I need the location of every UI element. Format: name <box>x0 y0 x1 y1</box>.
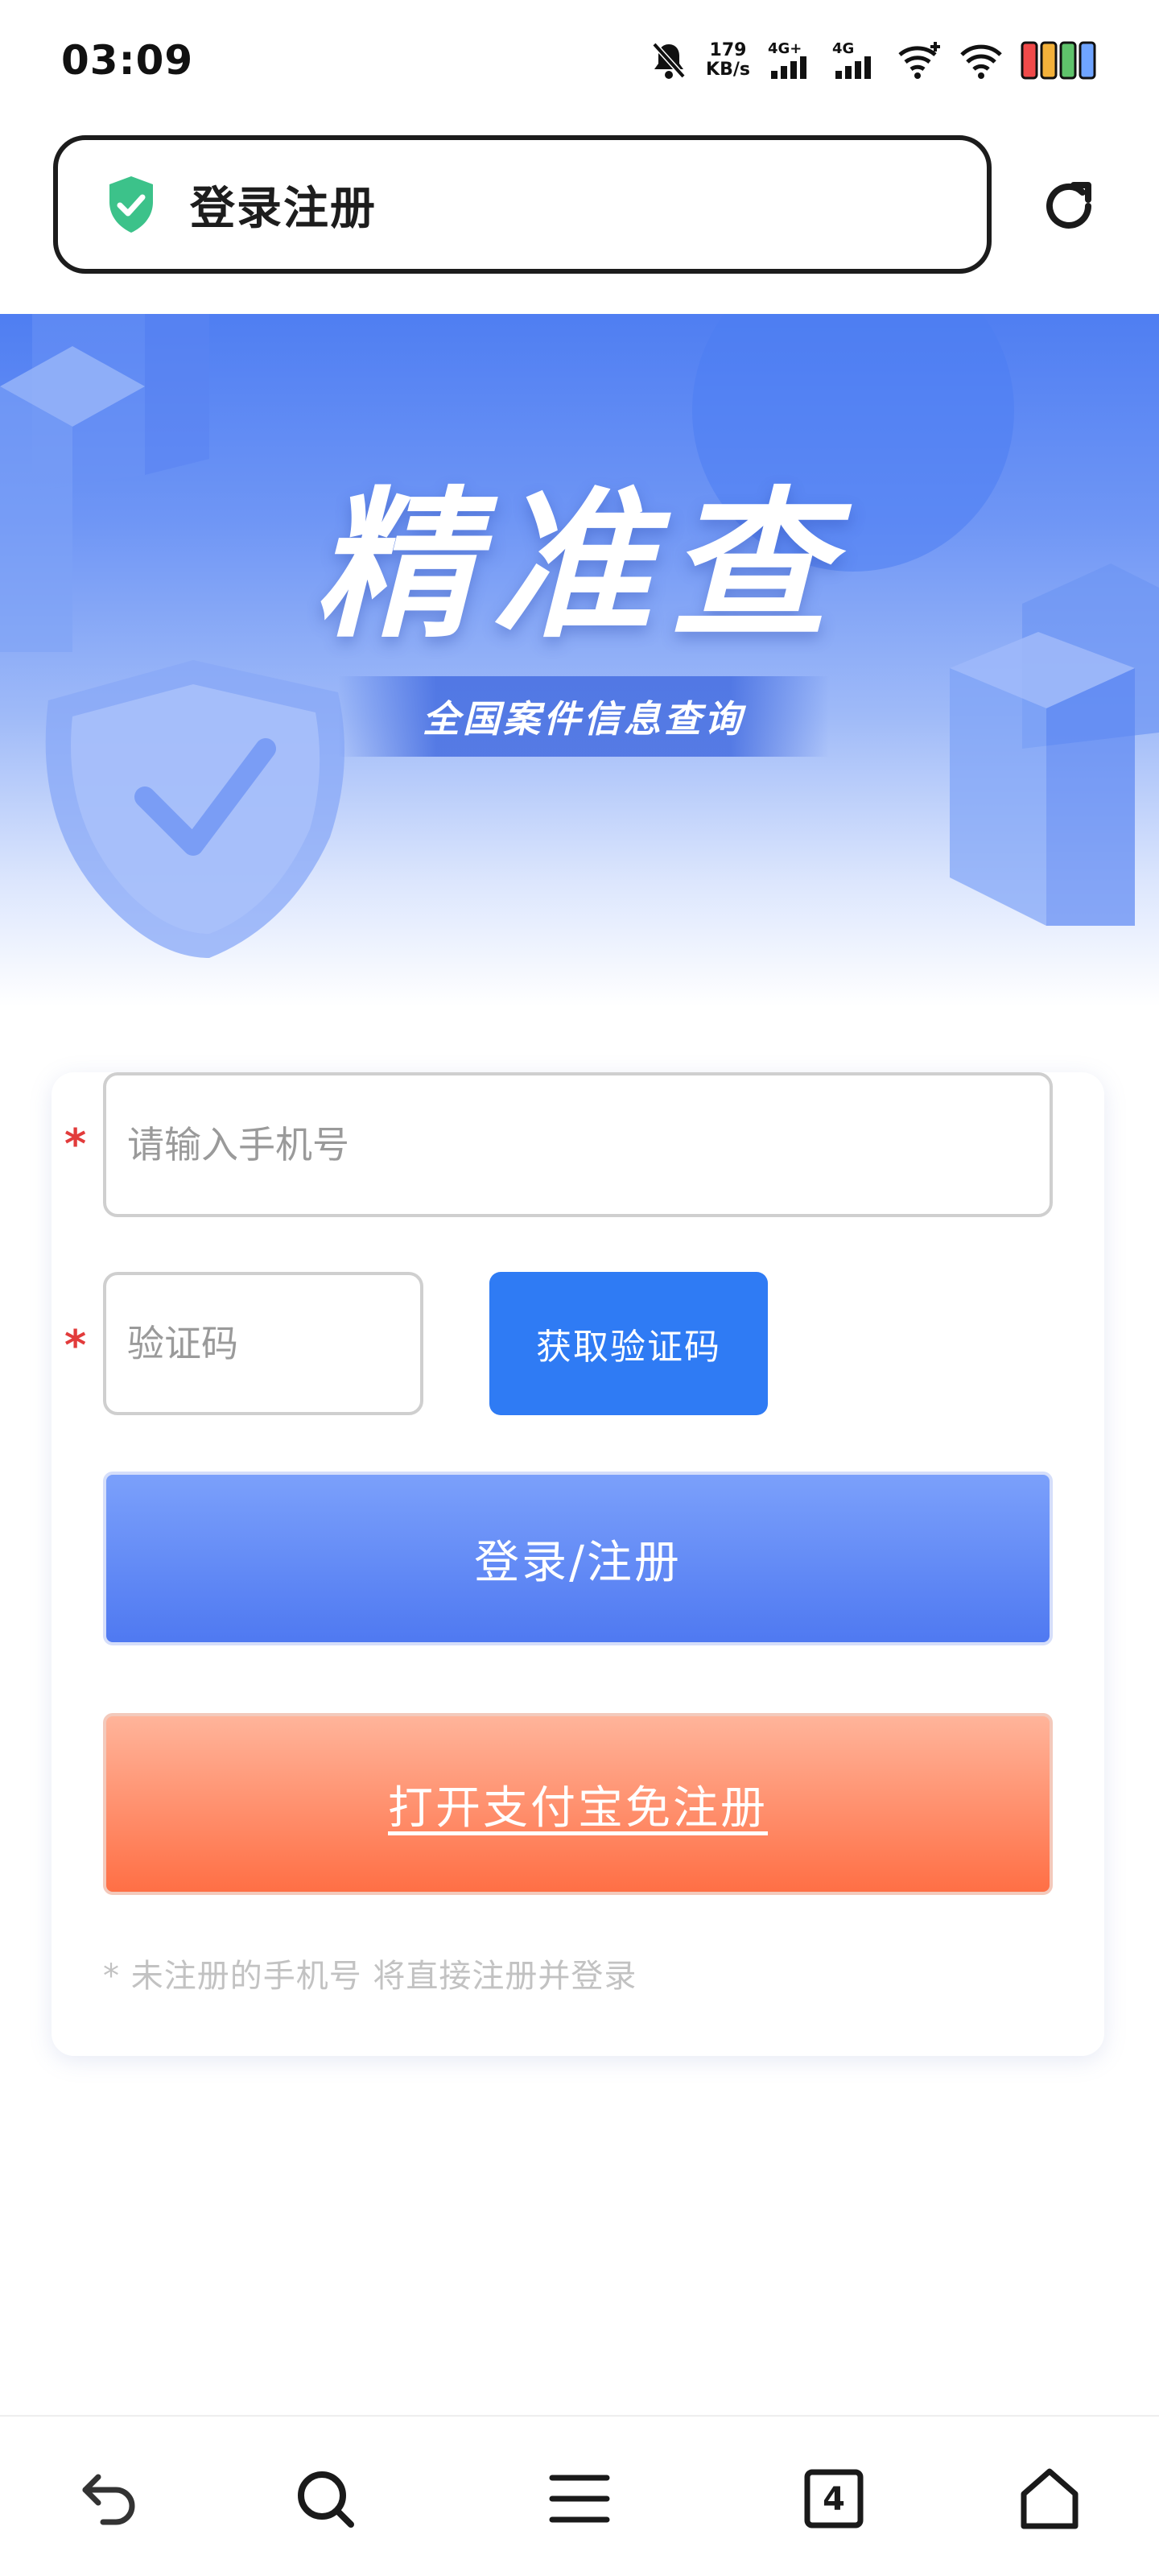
shield-check-icon <box>109 176 153 233</box>
login-form: * * 获取验证码 登录/注册 打开支付宝免注册 * 未注册的手机号 将直接注册… <box>52 1072 1104 2056</box>
registration-note: * 未注册的手机号 将直接注册并登录 <box>103 1958 637 1995</box>
get-code-button[interactable]: 获取验证码 <box>489 1272 768 1415</box>
battery-icon <box>1021 41 1096 80</box>
tab-count: 4 <box>823 2481 845 2518</box>
status-bar: 03:09 179 KB/s 4G+ 4G <box>0 0 1159 121</box>
login-register-button[interactable]: 登录/注册 <box>103 1472 1053 1645</box>
address-bar[interactable]: 登录注册 <box>53 135 992 274</box>
sim2-label: 4G <box>832 40 854 57</box>
menu-button[interactable] <box>531 2450 628 2547</box>
tabs-icon: 4 <box>804 2469 864 2529</box>
net-speed-unit: KB/s <box>706 60 750 80</box>
net-speed-value: 179 <box>709 40 747 60</box>
bell-muted-icon <box>652 42 686 79</box>
code-required-mark: * <box>64 1322 87 1370</box>
tabs-button[interactable]: 4 <box>786 2450 882 2547</box>
banner-subtitle: 全国案件信息查询 <box>423 697 744 741</box>
signal-sim1-icon: 4G+ <box>768 40 806 79</box>
search-icon <box>298 2471 354 2528</box>
sim1-label: 4G+ <box>768 40 802 57</box>
banner-title: 精准查 <box>313 473 845 660</box>
phone-input[interactable] <box>103 1072 1053 1217</box>
page-title: 登录注册 <box>190 182 377 235</box>
login-page: 03:09 179 KB/s 4G+ 4G 登录注册 精准查 全国案件信息查询 … <box>0 0 1159 2576</box>
home-icon <box>1021 2468 1079 2529</box>
net-speed: 179 KB/s <box>706 41 750 80</box>
back-icon <box>82 2474 135 2525</box>
wifi-plus-icon <box>898 42 940 79</box>
status-icons: 179 KB/s 4G+ 4G <box>650 39 1098 81</box>
banner-subtitle-strip: 全国案件信息查询 <box>338 676 829 757</box>
menu-icon <box>549 2475 610 2523</box>
phone-required-mark: * <box>64 1121 87 1169</box>
verification-code-input[interactable] <box>103 1272 423 1415</box>
address-row: 登录注册 <box>0 134 1159 279</box>
wifi-icon <box>960 44 1002 79</box>
reload-button[interactable] <box>1030 167 1107 245</box>
hero-banner: 精准查 全国案件信息查询 <box>0 314 1159 1006</box>
search-button[interactable] <box>277 2450 373 2547</box>
home-button[interactable] <box>1001 2450 1098 2547</box>
status-time: 03:09 <box>61 37 194 84</box>
alipay-register-button[interactable]: 打开支付宝免注册 <box>103 1713 1053 1895</box>
reload-icon <box>1046 182 1091 229</box>
bottom-navigation: 4 <box>0 2415 1159 2576</box>
back-button[interactable] <box>61 2450 158 2547</box>
signal-sim2-icon: 4G <box>832 40 871 79</box>
